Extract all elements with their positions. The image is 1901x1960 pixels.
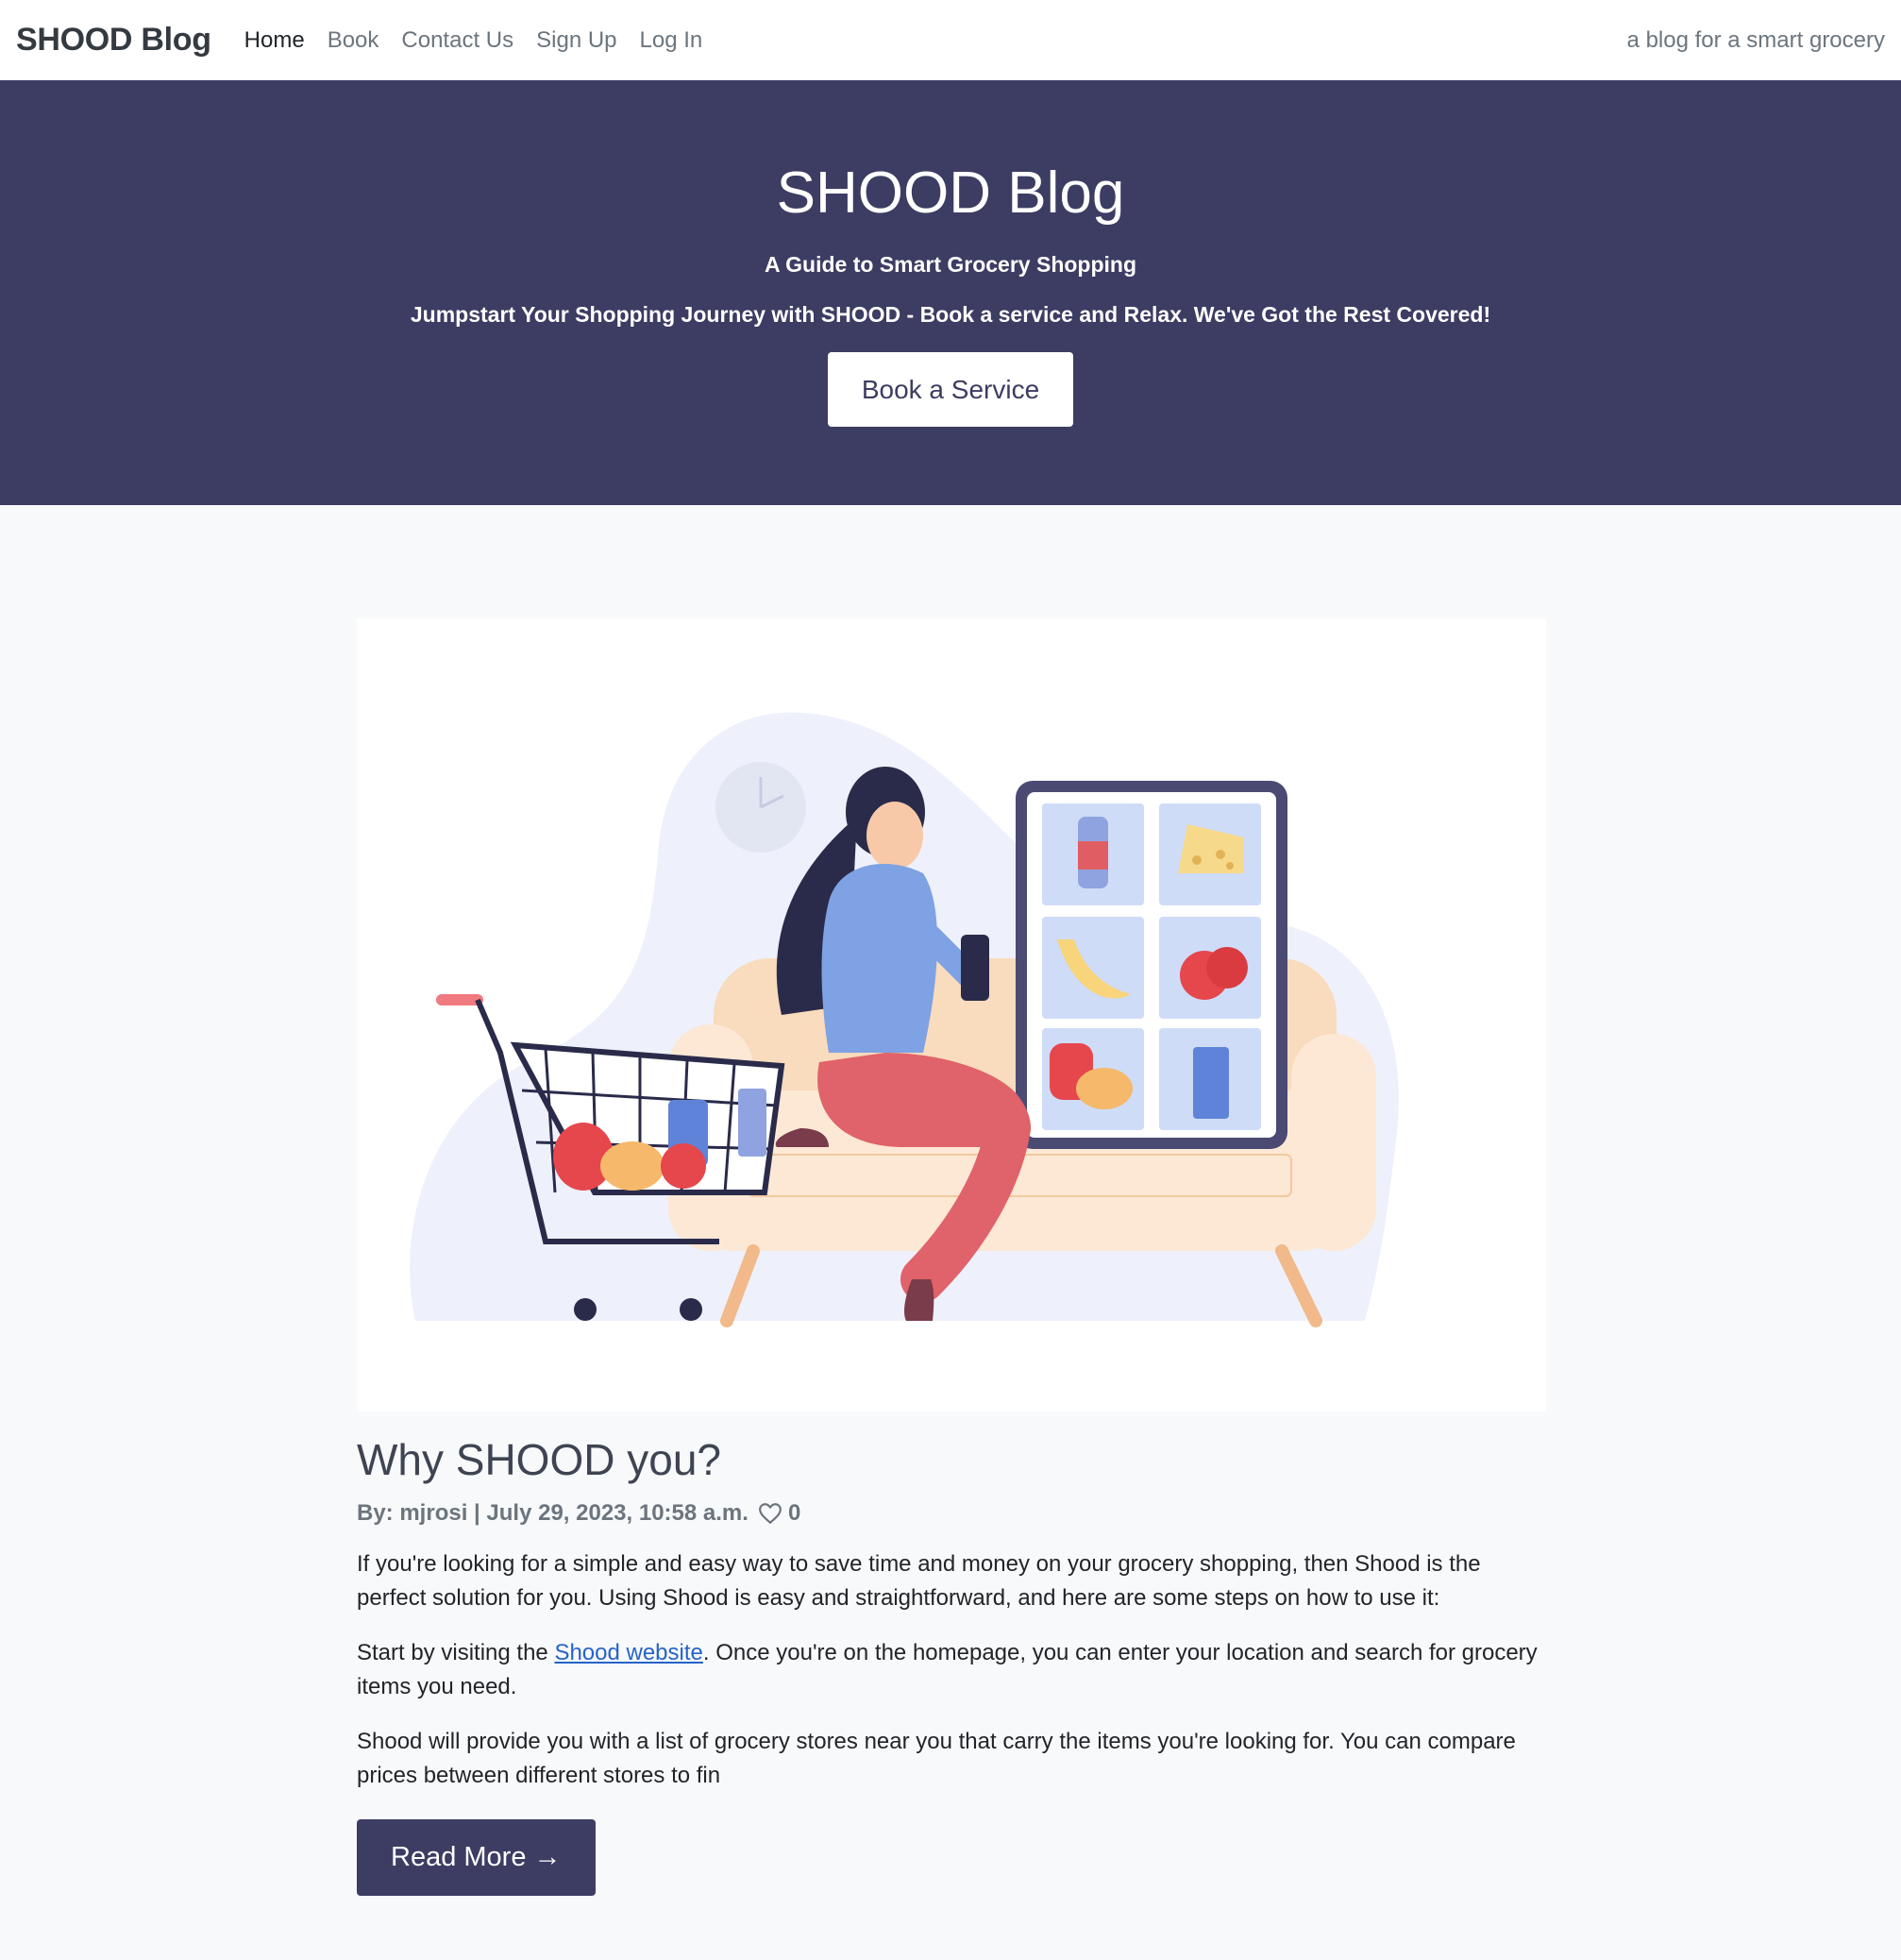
hero-title: SHOOD Blog [776, 161, 1125, 226]
nav-home[interactable]: Home [244, 27, 305, 54]
hero-tagline: Jumpstart Your Shopping Journey with SHO… [410, 302, 1491, 328]
hero-banner: SHOOD Blog A Guide to Smart Grocery Shop… [0, 80, 1901, 505]
post-meta: By: mjrosi | July 29, 2023, 10:58 a.m. 0 [357, 1500, 1546, 1527]
navbar: SHOOD Blog Home Book Contact Us Sign Up … [0, 0, 1901, 80]
shopping-illustration [410, 712, 1399, 1327]
hero-subtitle: A Guide to Smart Grocery Shopping [764, 252, 1137, 278]
post-title[interactable]: Why SHOOD you? [357, 1434, 1546, 1485]
heart-icon[interactable] [758, 1502, 782, 1525]
post-byline: By: mjrosi | July 29, 2023, 10:58 a.m. [357, 1500, 749, 1526]
nav-contact-us[interactable]: Contact Us [401, 27, 513, 54]
like-count: 0 [787, 1500, 801, 1526]
nav-book[interactable]: Book [328, 27, 379, 54]
paragraph-text: Start by visiting the [357, 1640, 555, 1665]
read-more-button[interactable]: Read More → [357, 1819, 596, 1896]
post-paragraph-3: Shood will provide you with a list of gr… [357, 1729, 1516, 1788]
post-illustration[interactable] [357, 618, 1546, 1411]
post-paragraph-2: Start by visiting the Shood website. Onc… [357, 1636, 1546, 1704]
blog-post-card: Why SHOOD you? By: mjrosi | July 29, 202… [357, 618, 1546, 1896]
brand-logo[interactable]: SHOOD Blog [16, 22, 211, 59]
nav-sign-up[interactable]: Sign Up [536, 27, 616, 54]
shood-website-link[interactable]: Shood website [554, 1640, 702, 1665]
post-paragraph-1: If you're looking for a simple and easy … [357, 1551, 1481, 1611]
nav-log-in[interactable]: Log In [640, 27, 703, 54]
book-service-button[interactable]: Book a Service [827, 352, 1074, 428]
navbar-tagline: a blog for a smart grocery [1626, 26, 1885, 53]
